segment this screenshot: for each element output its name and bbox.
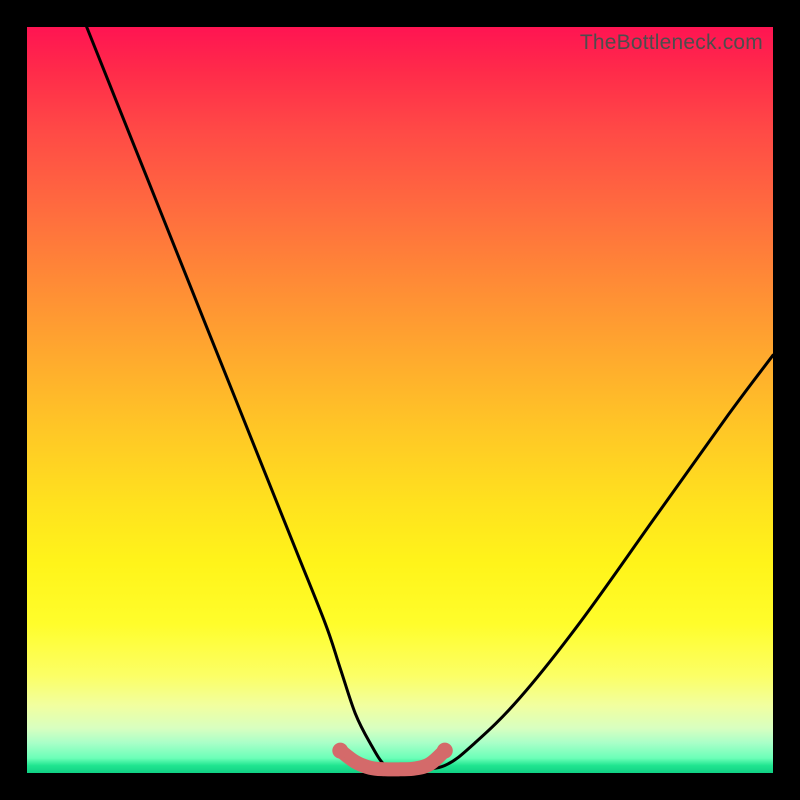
marker-dot	[332, 743, 348, 759]
chart-frame: TheBottleneck.com	[0, 0, 800, 800]
marker-dot	[437, 743, 453, 759]
bottleneck-curve-path	[87, 27, 773, 770]
bottom-marker-path	[340, 751, 445, 770]
curve-layer	[27, 27, 773, 773]
plot-area: TheBottleneck.com	[27, 27, 773, 773]
